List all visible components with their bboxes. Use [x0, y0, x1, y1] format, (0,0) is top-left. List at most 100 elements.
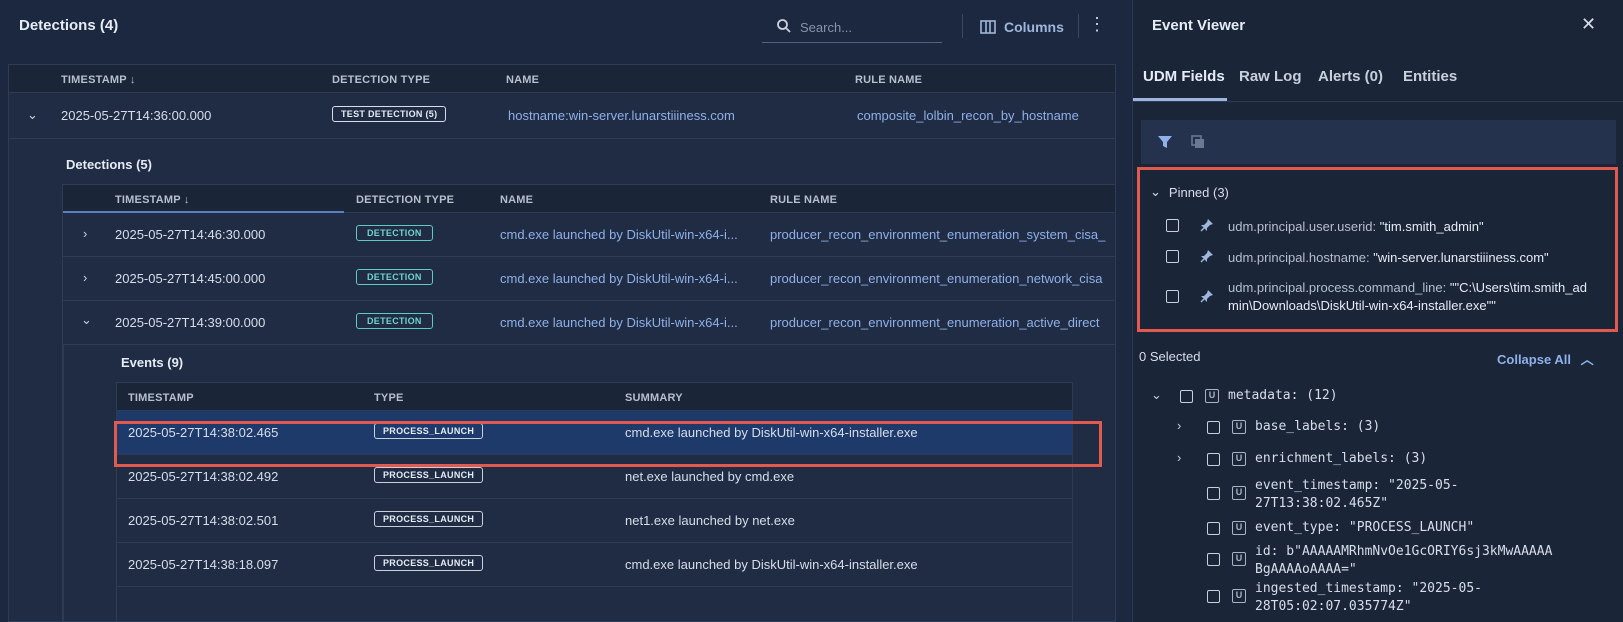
tree-label: id: b"AAAAAMRhmNvOe1GcORIY6sj3kMwAAAAA [1255, 544, 1553, 559]
col-header-type[interactable]: TYPE [374, 392, 404, 404]
chevron-right-icon[interactable]: › [83, 270, 87, 285]
tree-node-base-labels: › U base_labels: (3) [1133, 418, 1623, 438]
tree-checkbox[interactable] [1207, 590, 1220, 603]
chevron-down-icon: ⌄ [1150, 184, 1161, 199]
tree-checkbox[interactable] [1207, 522, 1220, 535]
rule-name-link[interactable]: composite_lolbin_recon_by_hostname [857, 108, 1079, 123]
tree-node-event-timestamp: U event_timestamp: "2025-05- 27T13:38:02… [1133, 477, 1623, 515]
selected-event-highlight [114, 421, 1102, 467]
events-section: Events (9) TIMESTAMP TYPE SUMMARY 2025-0… [63, 345, 1115, 621]
detections-panel: Detections (4) Columns ⋮ TIMESTAMP ↓ DET… [0, 0, 1124, 622]
tree-label-cont: 27T13:38:02.465Z" [1255, 496, 1389, 511]
col-header-timestamp[interactable]: TIMESTAMP ↓ [61, 74, 136, 86]
detection-badge: DETECTION [356, 269, 433, 285]
columns-button[interactable]: Columns [980, 16, 1064, 38]
event-summary: net.exe launched by cmd.exe [625, 469, 795, 484]
chevron-right-icon[interactable]: › [1177, 418, 1181, 433]
tree-checkbox[interactable] [1180, 390, 1193, 403]
col-header-timestamp[interactable]: TIMESTAMP [128, 392, 194, 404]
nested-detections-table: TIMESTAMP ↓ DETECTION TYPE NAME RULE NAM… [62, 184, 1115, 621]
columns-icon [980, 20, 996, 34]
tree-checkbox[interactable] [1207, 421, 1220, 434]
table-row[interactable]: ⌄ 2025-05-27T14:36:00.000 TEST DETECTION… [9, 93, 1115, 139]
event-row[interactable]: 2025-05-27T14:38:18.097 PROCESS_LAUNCH c… [117, 543, 1072, 587]
col-header-rule-name[interactable]: RULE NAME [855, 74, 922, 86]
chevron-right-icon[interactable]: › [1177, 450, 1181, 465]
tree-checkbox[interactable] [1207, 487, 1220, 500]
tab-udm-fields[interactable]: UDM Fields [1143, 68, 1225, 85]
copy-icon[interactable] [1189, 133, 1207, 151]
table-row[interactable]: › 2025-05-27T14:46:30.000 DETECTION cmd.… [63, 213, 1115, 257]
close-icon[interactable]: ✕ [1581, 14, 1596, 35]
pinned-field-value: "tim.smith_admin" [1379, 219, 1484, 234]
pinned-fields-section: ⌄ Pinned (3) udm.principal.user.userid: … [1137, 167, 1618, 332]
pinned-field-row: udm.principal.user.userid: "tim.smith_ad… [1140, 214, 1615, 238]
chevron-down-icon[interactable]: ⌄ [81, 312, 92, 328]
collapse-all-button[interactable]: Collapse All ︿ [1497, 349, 1594, 368]
rule-name-link[interactable]: producer_recon_environment_enumeration_n… [770, 271, 1102, 286]
event-timestamp: 2025-05-27T14:38:18.097 [128, 557, 279, 572]
event-viewer-tabs: UDM Fields Raw Log Alerts (0) Entities [1133, 62, 1623, 102]
rule-name-link[interactable]: producer_recon_environment_enumeration_a… [770, 315, 1100, 330]
col-header-detection-type[interactable]: DETECTION TYPE [356, 194, 454, 206]
detection-name-link[interactable]: cmd.exe launched by DiskUtil-win-x64-i..… [500, 227, 738, 242]
rule-name-link[interactable]: producer_recon_environment_enumeration_s… [770, 227, 1105, 242]
pinned-field-checkbox[interactable] [1166, 219, 1179, 232]
event-summary: net1.exe launched by net.exe [625, 513, 795, 528]
chevron-right-icon[interactable]: › [83, 226, 87, 241]
tree-node-id: U id: b"AAAAAMRhmNvOe1GcORIY6sj3kMwAAAAA… [1133, 543, 1623, 581]
detection-badge: DETECTION [356, 225, 433, 241]
pinned-field-value-cont: min\Downloads\DiskUtil-win-x64-installer… [1228, 298, 1496, 313]
tree-label: base_labels: (3) [1255, 419, 1381, 434]
detection-name-link[interactable]: hostname:win-server.lunarstiiiness.com [508, 108, 735, 123]
pin-icon[interactable] [1200, 249, 1214, 263]
col-header-detection-type[interactable]: DETECTION TYPE [332, 74, 430, 86]
tab-raw-log[interactable]: Raw Log [1239, 68, 1302, 85]
detections-title: Detections (4) [19, 17, 119, 34]
pinned-field-row: udm.principal.hostname: "win-server.luna… [1140, 245, 1615, 269]
search-box[interactable] [762, 11, 942, 43]
event-timestamp: 2025-05-27T14:38:02.501 [128, 513, 279, 528]
event-viewer-panel: Event Viewer ✕ UDM Fields Raw Log Alerts… [1132, 0, 1623, 622]
col-header-summary[interactable]: SUMMARY [625, 392, 683, 404]
col-header-timestamp[interactable]: TIMESTAMP ↓ [115, 194, 190, 206]
detection-badge: DETECTION [356, 313, 433, 329]
col-header-name[interactable]: NAME [500, 194, 533, 206]
filter-icon[interactable] [1156, 133, 1174, 151]
pinned-field-value: "win-server.lunarstiiiness.com" [1373, 250, 1549, 265]
row-timestamp: 2025-05-27T14:46:30.000 [115, 227, 266, 242]
event-summary: cmd.exe launched by DiskUtil-win-x64-ins… [625, 557, 918, 572]
event-row[interactable]: 2025-05-27T14:38:02.501 PROCESS_LAUNCH n… [117, 499, 1072, 543]
chevron-down-icon[interactable]: ⌄ [27, 107, 38, 123]
search-input[interactable] [800, 17, 930, 37]
tree-label-cont: BgAAAAoAAAA=" [1255, 562, 1357, 577]
row-timestamp: 2025-05-27T14:39:00.000 [115, 315, 266, 330]
chevron-down-icon[interactable]: ⌄ [1151, 387, 1162, 403]
chevron-up-icon: ︿ [1580, 352, 1594, 367]
table-header: TIMESTAMP TYPE SUMMARY [117, 383, 1072, 411]
pinned-field-key: udm.principal.user.userid: [1228, 219, 1377, 234]
more-options-icon[interactable]: ⋮ [1088, 14, 1106, 38]
tree-label-cont: 28T05:02:07.035774Z" [1255, 599, 1412, 614]
tab-alerts[interactable]: Alerts (0) [1318, 68, 1383, 85]
detection-name-link[interactable]: cmd.exe launched by DiskUtil-win-x64-i..… [500, 315, 738, 330]
tab-entities[interactable]: Entities [1403, 68, 1457, 85]
active-tab-indicator [1133, 98, 1227, 101]
pinned-field-checkbox[interactable] [1166, 290, 1179, 303]
table-row[interactable]: › 2025-05-27T14:45:00.000 DETECTION cmd.… [63, 257, 1115, 301]
detection-name-link[interactable]: cmd.exe launched by DiskUtil-win-x64-i..… [500, 271, 738, 286]
search-icon [777, 19, 791, 33]
udm-icon: U [1232, 521, 1246, 535]
pin-icon[interactable] [1200, 218, 1214, 232]
table-row[interactable]: ⌄ 2025-05-27T14:39:00.000 DETECTION cmd.… [63, 301, 1115, 345]
tree-checkbox[interactable] [1207, 453, 1220, 466]
udm-icon: U [1232, 589, 1246, 603]
pin-icon[interactable] [1200, 289, 1214, 303]
tree-label: ingested_timestamp: "2025-05- [1255, 581, 1482, 596]
pinned-label: Pinned (3) [1168, 184, 1229, 200]
tree-checkbox[interactable] [1207, 553, 1220, 566]
pinned-field-checkbox[interactable] [1166, 250, 1179, 263]
col-header-name[interactable]: NAME [506, 74, 539, 86]
pinned-toggle[interactable]: ⌄ Pinned (3) [1150, 184, 1229, 200]
col-header-rule-name[interactable]: RULE NAME [770, 194, 837, 206]
